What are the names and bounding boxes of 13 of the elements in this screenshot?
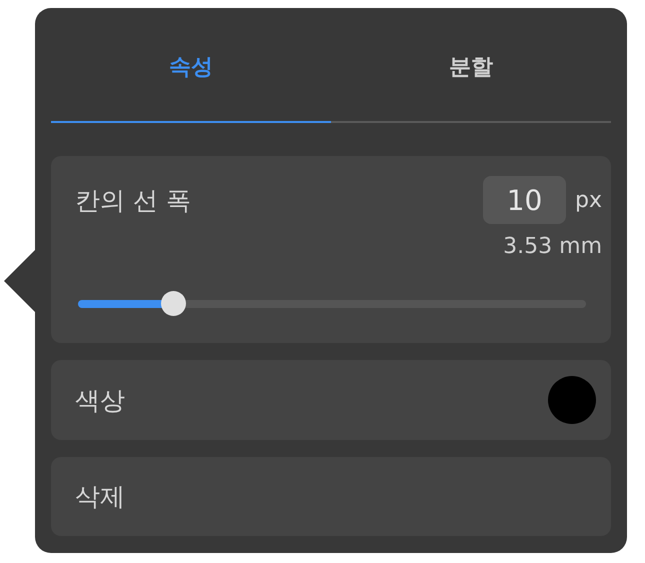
unit-label: px — [575, 188, 602, 212]
slider-thumb[interactable] — [160, 291, 186, 316]
line-width-slider[interactable] — [78, 291, 586, 316]
tab[interactable]: 속성 — [51, 24, 331, 123]
tab[interactable]: 분할 — [331, 24, 611, 123]
line-width-field[interactable]: 10 — [483, 176, 566, 224]
mm-reading: 3.53 mm — [502, 234, 602, 259]
color-swatch[interactable] — [548, 376, 596, 424]
color-label: 색상 — [75, 384, 125, 417]
line-width-label: 칸의 선 폭 — [75, 184, 191, 216]
delete-row[interactable]: 삭제 — [51, 456, 611, 536]
color-row[interactable]: 색상 — [51, 360, 611, 440]
delete-label: 삭제 — [75, 480, 125, 513]
